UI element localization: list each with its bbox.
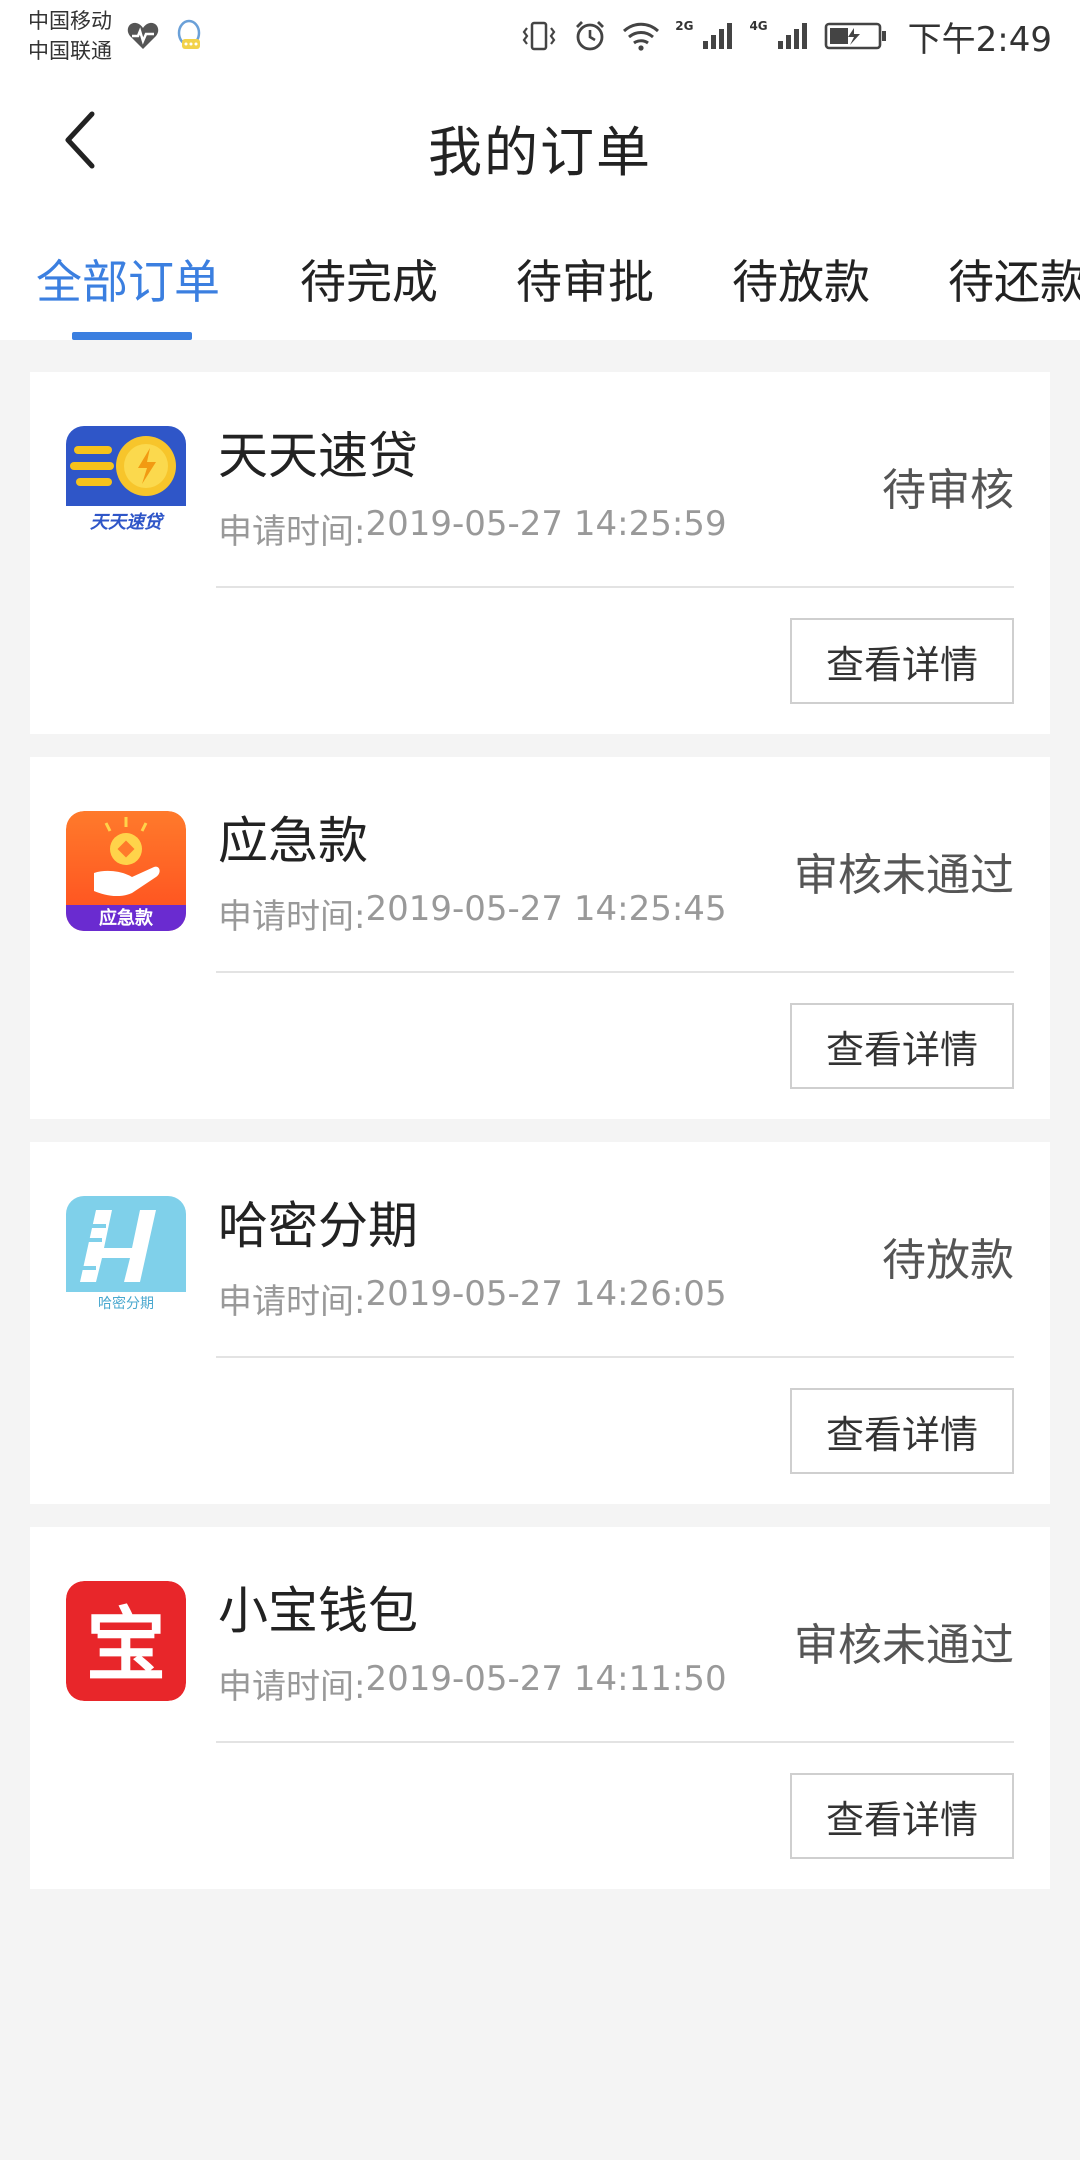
- page: 中国移动 中国联通 2G 4G 下午2:49 我的订单 全部订单 待完成 待审批…: [0, 0, 1080, 2160]
- signal-2g-icon: [701, 21, 735, 51]
- carrier-2: 中国联通: [28, 39, 112, 63]
- apply-time-value: 2019-05-27 14:11:50: [365, 1659, 727, 1699]
- app-name: 哈密分期: [218, 1197, 418, 1255]
- card-divider: [216, 1741, 1014, 1743]
- status-bar-right: 2G 4G 下午2:49: [519, 12, 1052, 61]
- apply-time: 申请时间: 2019-05-27 14:11:50: [218, 1659, 727, 1708]
- app-name: 小宝钱包: [218, 1582, 418, 1640]
- carrier-names: 中国移动 中国联通: [28, 6, 112, 66]
- status-time: 下午2:49: [907, 19, 1052, 60]
- apply-time-label: 申请时间:: [218, 512, 366, 552]
- app-logo-hami: 哈密分期: [66, 1196, 186, 1316]
- app-logo-tiantian: 天天速贷: [66, 426, 186, 546]
- app-logo-text: 天天速贷: [90, 512, 165, 533]
- app-name: 天天速贷: [218, 427, 418, 485]
- wifi-icon: [621, 20, 661, 52]
- health-heart-icon: [126, 21, 160, 51]
- network-4g-label: 4G: [749, 19, 768, 33]
- order-list: 天天速贷 天天速贷 申请时间: 2019-05-27 14:25:59 待审核 …: [30, 372, 1050, 1912]
- page-title: 我的订单: [428, 121, 652, 184]
- qq-notification-icon: [174, 19, 204, 53]
- apply-time-label: 申请时间:: [218, 897, 366, 937]
- view-details-button[interactable]: 查看详情: [790, 618, 1014, 704]
- order-card: 哈密分期 哈密分期 申请时间: 2019-05-27 14:26:05 待放款 …: [30, 1142, 1050, 1504]
- carrier-1: 中国移动: [28, 9, 112, 33]
- tab-all-orders[interactable]: 全部订单: [36, 246, 220, 312]
- order-status: 审核未通过: [794, 1620, 1014, 1671]
- order-status: 待放款: [882, 1235, 1014, 1286]
- tab-pending-completion[interactable]: 待完成: [300, 246, 438, 312]
- tab-pending-repayment[interactable]: 待还款: [948, 246, 1080, 312]
- view-details-button[interactable]: 查看详情: [790, 1388, 1014, 1474]
- alarm-icon: [573, 19, 607, 53]
- app-logo-yingjikuan: 应急款: [66, 811, 186, 931]
- status-bar: 中国移动 中国联通 2G 4G 下午2:49: [0, 0, 1080, 72]
- card-divider: [216, 1356, 1014, 1358]
- tab-pending-disbursement[interactable]: 待放款: [732, 246, 870, 312]
- apply-time: 申请时间: 2019-05-27 14:25:59: [218, 504, 727, 553]
- order-tabs: 全部订单 待完成 待审批 待放款 待还款: [0, 212, 1080, 340]
- apply-time: 申请时间: 2019-05-27 14:26:05: [218, 1274, 727, 1323]
- card-divider: [216, 971, 1014, 973]
- app-logo-text: 哈密分期: [98, 1295, 154, 1312]
- signal-4g-icon: [776, 21, 810, 51]
- tab-pending-approval[interactable]: 待审批: [516, 246, 654, 312]
- network-2g-label: 2G: [675, 19, 694, 33]
- apply-time-label: 申请时间:: [218, 1667, 366, 1707]
- card-divider: [216, 586, 1014, 588]
- order-card: 应急款 应急款 申请时间: 2019-05-27 14:25:45 审核未通过 …: [30, 757, 1050, 1119]
- order-card: 天天速贷 天天速贷 申请时间: 2019-05-27 14:25:59 待审核 …: [30, 372, 1050, 734]
- app-logo-xiaobao: 宝: [66, 1581, 186, 1701]
- header: 我的订单: [0, 72, 1080, 212]
- view-details-button[interactable]: 查看详情: [790, 1003, 1014, 1089]
- battery-charging-icon: [824, 21, 888, 51]
- apply-time-value: 2019-05-27 14:25:45: [365, 889, 727, 929]
- vibrate-icon: [519, 20, 559, 52]
- order-card: 宝 小宝钱包 申请时间: 2019-05-27 14:11:50 审核未通过 查…: [30, 1527, 1050, 1889]
- order-status: 审核未通过: [794, 850, 1014, 901]
- app-logo-text: 宝: [86, 1599, 166, 1692]
- view-details-button[interactable]: 查看详情: [790, 1773, 1014, 1859]
- apply-time-value: 2019-05-27 14:25:59: [365, 504, 727, 544]
- active-tab-indicator: [72, 332, 192, 340]
- order-status: 待审核: [882, 465, 1014, 516]
- apply-time-label: 申请时间:: [218, 1282, 366, 1322]
- apply-time-value: 2019-05-27 14:26:05: [365, 1274, 727, 1314]
- status-bar-left: 中国移动 中国联通: [28, 6, 204, 66]
- app-name: 应急款: [218, 812, 368, 870]
- apply-time: 申请时间: 2019-05-27 14:25:45: [218, 889, 727, 938]
- app-logo-text: 应急款: [99, 907, 154, 929]
